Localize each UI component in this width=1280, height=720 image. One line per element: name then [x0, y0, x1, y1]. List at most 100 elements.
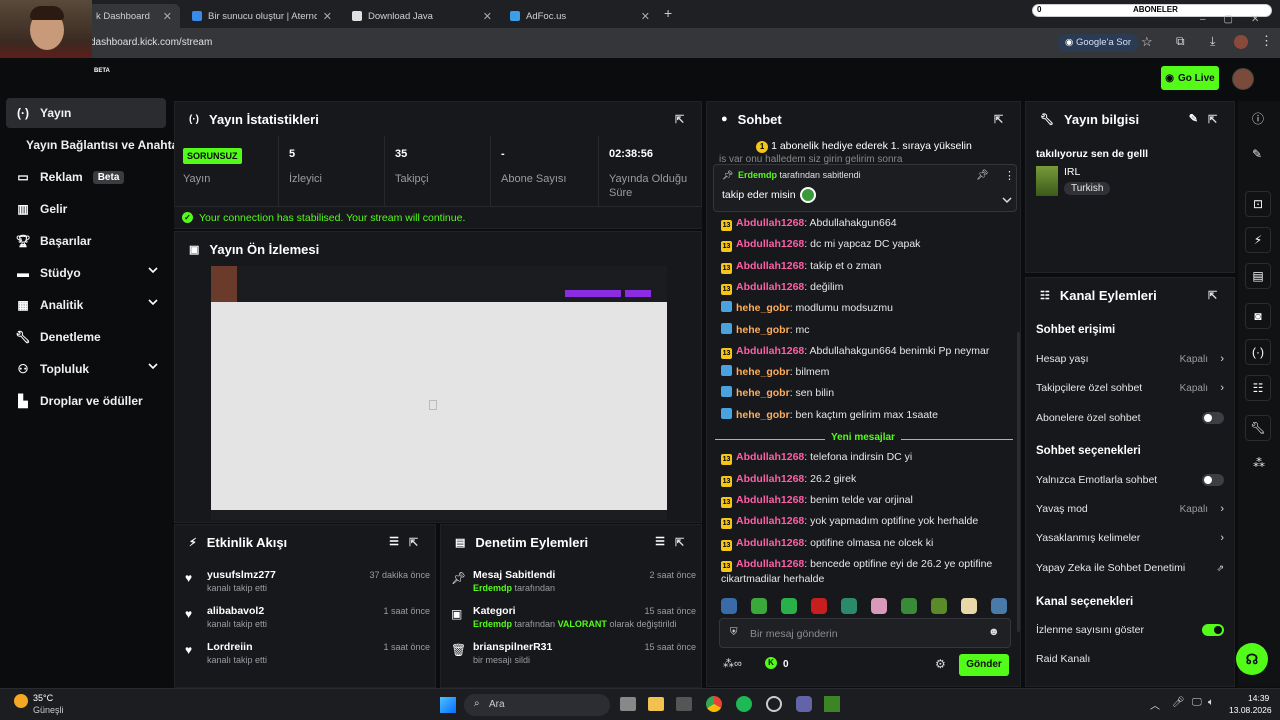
- filter-icon[interactable]: ☰: [389, 535, 399, 548]
- emote-icon[interactable]: [751, 598, 767, 614]
- popout-icon[interactable]: ⇱: [1208, 113, 1220, 126]
- popout-icon[interactable]: ⇱: [994, 113, 1006, 126]
- chat-username[interactable]: Abdullah1268: [736, 281, 804, 293]
- windows-start-icon[interactable]: [440, 697, 456, 713]
- chat-username[interactable]: Abdullah1268: [736, 494, 804, 506]
- popout-icon[interactable]: ⇱: [675, 536, 687, 549]
- emoji-icon[interactable]: ☻: [988, 626, 1000, 638]
- document-rail-icon[interactable]: ▤: [1245, 263, 1271, 289]
- go-live-button[interactable]: ◉ Go Live: [1161, 66, 1219, 90]
- chat-username[interactable]: hehe_gobr: [736, 302, 790, 314]
- bookmark-star-icon[interactable]: ☆: [1141, 34, 1153, 50]
- menu-dots-icon[interactable]: ⋮: [1260, 33, 1273, 49]
- chat-rail-icon[interactable]: ◙: [1245, 303, 1271, 329]
- chrome-icon[interactable]: [706, 696, 722, 712]
- follower-name[interactable]: alibabavol2: [207, 605, 264, 617]
- tab-adfocus[interactable]: AdFoc.us ✕: [502, 4, 658, 28]
- chat-username[interactable]: Abdullah1268: [736, 558, 804, 570]
- popout-icon[interactable]: ⇱: [409, 536, 421, 549]
- emote-icon[interactable]: [811, 598, 827, 614]
- send-button[interactable]: Gönder: [959, 654, 1009, 676]
- chat-username[interactable]: Abdullah1268: [736, 451, 804, 463]
- sidebar-item-analytics[interactable]: ▦ Analitik: [6, 290, 166, 320]
- network-icon[interactable]: 🖵︎: [1192, 697, 1202, 708]
- obs-icon[interactable]: [766, 696, 782, 712]
- bolt-rail-icon[interactable]: ⚡︎: [1245, 227, 1271, 253]
- window-controls[interactable]: –▢✕: [1200, 14, 1277, 25]
- sliders-rail-icon[interactable]: ☷: [1245, 375, 1271, 401]
- show-viewers-toggle[interactable]: [1202, 624, 1224, 636]
- sidebar-item-community[interactable]: ⚇ Topluluk: [6, 354, 166, 384]
- emote-icon[interactable]: [991, 598, 1007, 614]
- sidebar-item-studio[interactable]: ▬ Stüdyo: [6, 258, 166, 288]
- follower-name[interactable]: yusufslmz277: [207, 569, 276, 581]
- video-rail-icon[interactable]: ⊡: [1245, 191, 1271, 217]
- pinned-by[interactable]: Erdemdp: [738, 170, 777, 180]
- preview-video[interactable]: [211, 266, 667, 520]
- actor-name[interactable]: Erdemdp: [473, 619, 512, 629]
- chat-username[interactable]: Abdullah1268: [736, 238, 804, 250]
- tab-dashboard[interactable]: k Dashboard ✕: [88, 4, 180, 28]
- tab-download-java[interactable]: Download Java ✕: [344, 4, 500, 28]
- unpin-icon[interactable]: 📌︎: [976, 170, 989, 181]
- spotify-icon[interactable]: [736, 696, 752, 712]
- chat-username[interactable]: hehe_gobr: [736, 387, 790, 399]
- menu-dots-icon[interactable]: ⋮: [1004, 169, 1015, 182]
- chat-username[interactable]: Abdullah1268: [736, 260, 804, 272]
- wrench-rail-icon[interactable]: 🔧︎: [1245, 415, 1271, 441]
- chat-username[interactable]: Abdullah1268: [736, 515, 804, 527]
- chat-username[interactable]: Abdullah1268: [736, 537, 804, 549]
- account-age-setting[interactable]: Hesap yaşı Kapalı ›: [1036, 349, 1226, 369]
- sidebar-item-ads[interactable]: ▭ Reklam Beta: [6, 162, 166, 192]
- emote-icon[interactable]: [781, 598, 797, 614]
- sidebar-item-moderation[interactable]: 🔧︎ Denetleme: [6, 322, 166, 352]
- clock-time[interactable]: 14:39: [1248, 693, 1269, 703]
- tab-aternos[interactable]: Bir sunucu oluştur | Aternos | Ü ✕: [184, 4, 340, 28]
- emote-icon[interactable]: [841, 598, 857, 614]
- emote-icon[interactable]: [721, 598, 737, 614]
- close-icon[interactable]: ✕: [483, 10, 492, 23]
- subs-only-toggle[interactable]: [1202, 412, 1224, 424]
- category-name[interactable]: IRL: [1064, 166, 1080, 178]
- teams-icon[interactable]: [796, 696, 812, 712]
- chat-username[interactable]: hehe_gobr: [736, 366, 790, 378]
- chat-scrollbar[interactable]: [1017, 332, 1020, 632]
- extensions-icon[interactable]: ⧉: [1176, 34, 1185, 49]
- google-ask-chip[interactable]: ◉ Google'a Sor: [1057, 34, 1140, 52]
- action-name[interactable]: brianspilnerR31: [473, 641, 552, 653]
- actor-name[interactable]: Erdemdp: [473, 583, 512, 593]
- banned-words-setting[interactable]: Yasaklanmış kelimeler ›: [1036, 528, 1226, 548]
- close-icon[interactable]: ✕: [641, 10, 650, 23]
- chat-username[interactable]: Abdullah1268: [736, 473, 804, 485]
- chat-username[interactable]: Abdullah1268: [736, 217, 804, 229]
- sidebar-item-achievements[interactable]: 🏆︎ Başarılar: [6, 226, 166, 256]
- edit-pencil-icon[interactable]: ✎: [1252, 147, 1262, 161]
- sidebar-item-stream-key[interactable]: Yayın Bağlantısı ve Anahtarı: [6, 130, 186, 160]
- chat-username[interactable]: hehe_gobr: [736, 409, 790, 421]
- community-rail-icon[interactable]: ⁂: [1253, 456, 1265, 470]
- file-explorer-icon[interactable]: [648, 697, 664, 711]
- profile-avatar[interactable]: [1234, 35, 1248, 49]
- follower-name[interactable]: Lordreiin: [207, 641, 253, 653]
- broadcast-rail-icon[interactable]: (·): [1245, 339, 1271, 365]
- emote-icon[interactable]: [931, 598, 947, 614]
- new-tab-button[interactable]: +: [664, 5, 672, 21]
- volume-icon[interactable]: 🔈︎: [1208, 697, 1214, 708]
- sidebar-item-stream[interactable]: (·) Yayın: [6, 98, 166, 128]
- emote-only-toggle[interactable]: [1202, 474, 1224, 486]
- emote-icon[interactable]: [901, 598, 917, 614]
- microphone-icon[interactable]: 🎤︎: [1172, 697, 1185, 708]
- chat-username[interactable]: Abdullah1268: [736, 345, 804, 357]
- store-icon[interactable]: [676, 697, 692, 711]
- user-avatar[interactable]: [1232, 68, 1254, 90]
- tray-chevron-icon[interactable]: ︿: [1150, 697, 1160, 712]
- popout-icon[interactable]: ⇱: [1208, 289, 1220, 302]
- emote-icon[interactable]: [871, 598, 887, 614]
- minecraft-icon[interactable]: [824, 696, 840, 712]
- edit-pencil-icon[interactable]: ✎: [1189, 112, 1198, 125]
- url-field[interactable]: dashboard.kick.com/stream: [90, 34, 1090, 52]
- ai-moderation-setting[interactable]: Yapay Zeka ile Sohbet Denetimi ⇗: [1036, 558, 1226, 578]
- download-icon[interactable]: ⤓: [1210, 34, 1215, 49]
- weather-temp[interactable]: 35°C: [33, 693, 53, 703]
- raid-channel-setting[interactable]: Raid Kanalı: [1036, 649, 1226, 669]
